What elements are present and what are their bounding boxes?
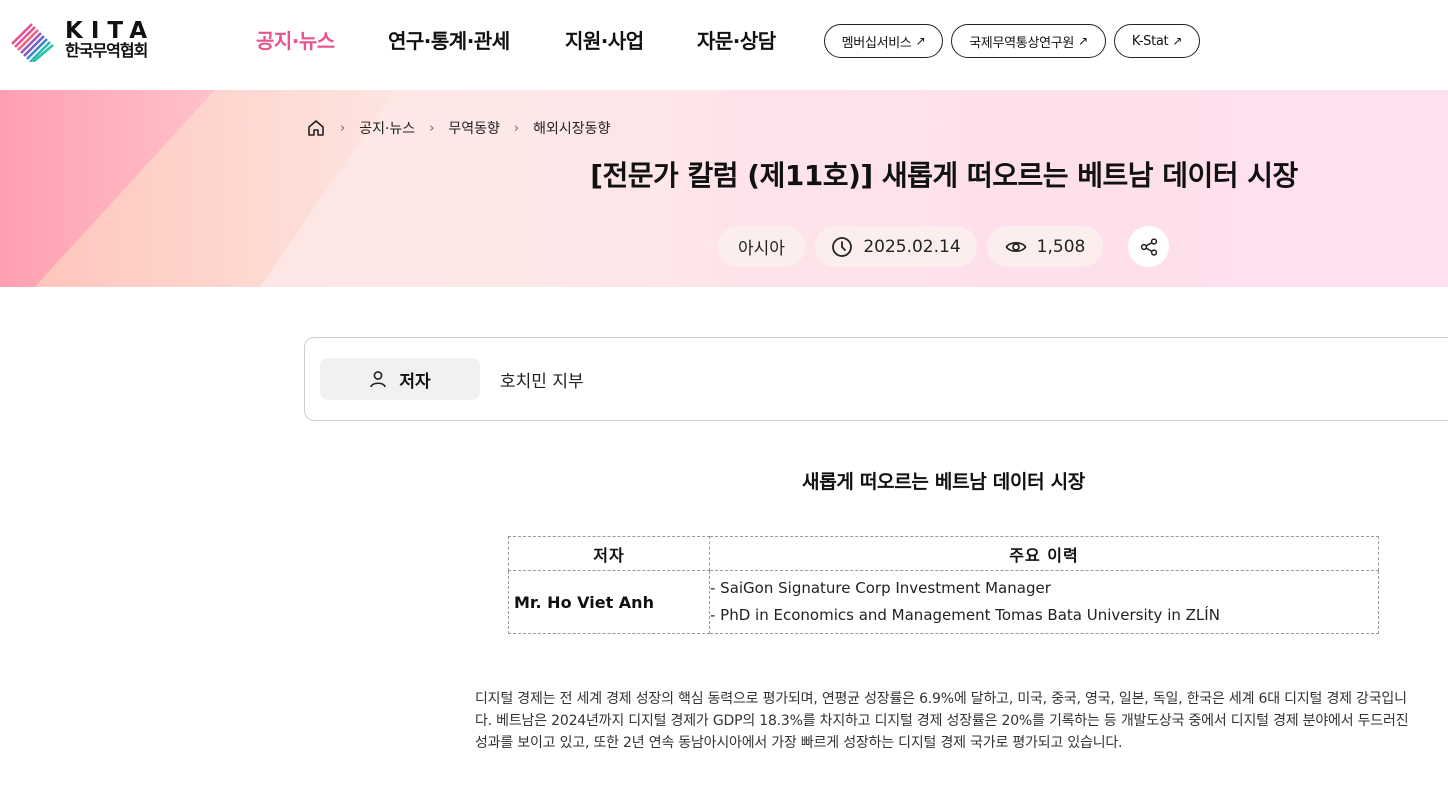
views-count: 1,508 <box>1036 236 1086 257</box>
site-header: KITA 한국무역협회 공지·뉴스 연구·통계·관세 지원·사업 자문·상담 멤… <box>0 0 1448 90</box>
person-icon <box>370 371 387 388</box>
article-title: 새롭게 떠오르는 베트남 데이터 시장 <box>802 471 1085 493</box>
table-row: Mr. Ho Viet Anh - SaiGon Signature Corp … <box>508 570 1379 634</box>
nav-item-consulting[interactable]: 자문·상담 <box>697 27 776 55</box>
author-info-table: 저자 주요 이력 Mr. Ho Viet Anh - SaiGon Signat… <box>508 536 1379 634</box>
kita-logo[interactable]: KITA 한국무역협회 <box>10 18 160 64</box>
region-badge: 아시아 <box>718 226 805 267</box>
logo-text-ko: 한국무역협회 <box>65 41 148 60</box>
membership-service-label: 멤버십서비스 <box>841 35 912 51</box>
clock-icon <box>832 236 853 257</box>
chevron-right-icon: › <box>429 120 435 136</box>
kstat-link[interactable]: K-Stat ↗ <box>1114 24 1200 58</box>
external-arrow-icon: ↗ <box>915 34 926 48</box>
breadcrumb: › 공지·뉴스 › 무역동향 › 해외시장동향 <box>306 117 610 139</box>
home-icon[interactable] <box>306 118 326 138</box>
table-header-career: 주요 이력 <box>709 536 1379 571</box>
trade-institute-label: 국제무역통상연구원 <box>969 35 1075 51</box>
nav-item-notice-news[interactable]: 공지·뉴스 <box>256 27 335 55</box>
share-button[interactable] <box>1128 226 1169 267</box>
date-label: 2025.02.14 <box>863 236 961 257</box>
views-badge: 1,508 <box>987 226 1103 267</box>
career-item: - PhD in Economics and Management Tomas … <box>710 606 1220 624</box>
breadcrumb-item-notice-news[interactable]: 공지·뉴스 <box>359 118 415 138</box>
nav-item-research-stats[interactable]: 연구·통계·관세 <box>388 27 510 55</box>
author-name: 호치민 지부 <box>500 372 584 392</box>
table-header-author: 저자 <box>508 536 710 571</box>
article-paragraph: 디지털 경제는 전 세계 경제 성장의 핵심 동력으로 평가되며, 연평균 성장… <box>475 691 1409 751</box>
career-item: - SaiGon Signature Corp Investment Manag… <box>710 579 1051 597</box>
author-box: 저자 호치민 지부 <box>304 337 1448 421</box>
author-tag: 저자 <box>320 358 480 400</box>
page-title: [전문가 칼럼 (제11호)] 새롭게 떠오르는 베트남 데이터 시장 <box>590 159 1298 192</box>
external-arrow-icon: ↗ <box>1078 34 1088 48</box>
breadcrumb-item-overseas-market[interactable]: 해외시장동향 <box>533 118 610 138</box>
chevron-right-icon: › <box>513 120 520 136</box>
membership-service-link[interactable]: 멤버십서비스 ↗ <box>824 24 943 58</box>
logo-text-en: KITA <box>65 18 156 44</box>
table-header-row: 저자 주요 이력 <box>508 536 1379 571</box>
chevron-right-icon: › <box>340 120 346 136</box>
nav-item-support[interactable]: 지원·사업 <box>565 27 644 55</box>
author-tag-label: 저자 <box>399 371 431 392</box>
breadcrumb-item-trade-trend[interactable]: 무역동향 <box>448 118 500 138</box>
article-hero: › 공지·뉴스 › 무역동향 › 해외시장동향 [전문가 칼럼 (제11호)] … <box>0 90 1448 287</box>
date-badge: 2025.02.14 <box>815 226 977 267</box>
trade-institute-link[interactable]: 국제무역통상연구원 ↗ <box>951 24 1106 58</box>
region-label: 아시아 <box>738 239 785 259</box>
table-cell-career: - SaiGon Signature Corp Investment Manag… <box>709 570 1379 634</box>
external-arrow-icon: ↗ <box>1172 34 1183 48</box>
kstat-label: K-Stat <box>1131 33 1169 49</box>
share-icon <box>1140 237 1157 256</box>
eye-icon <box>1005 241 1027 252</box>
kita-logo-icon <box>11 23 54 62</box>
table-cell-author-name: Mr. Ho Viet Anh <box>508 570 710 634</box>
